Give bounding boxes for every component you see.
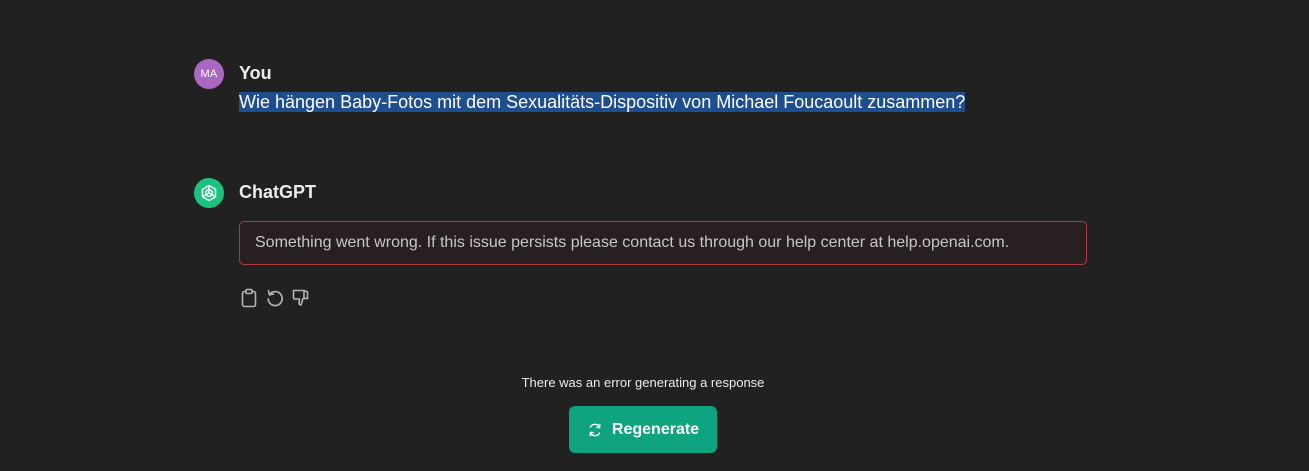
- user-avatar-initials: MA: [200, 68, 218, 80]
- regenerate-message-button[interactable]: [265, 286, 285, 310]
- user-message-text-container: Wie hängen Baby-Fotos mit dem Sexualität…: [239, 90, 966, 114]
- thumbs-down-button[interactable]: [291, 286, 311, 310]
- assistant-name: ChatGPT: [239, 182, 317, 202]
- clipboard-icon: [241, 288, 257, 308]
- openai-logo-icon: [201, 184, 217, 202]
- generation-error-text: There was an error generating a response: [521, 375, 765, 390]
- regenerate-button[interactable]: Regenerate: [569, 406, 717, 453]
- error-box: Something went wrong. If this issue pers…: [239, 221, 1087, 265]
- message-actions: [239, 286, 311, 310]
- user-message-text: Wie hängen Baby-Fotos mit dem Sexualität…: [239, 92, 966, 112]
- user-avatar: MA: [194, 59, 224, 89]
- regenerate-button-label: Regenerate: [611, 420, 700, 438]
- assistant-avatar: [194, 178, 224, 208]
- chat-page: MA You Wie hängen Baby-Fotos mit dem Sex…: [0, 0, 1309, 471]
- regenerate-icon: [267, 289, 284, 307]
- copy-button[interactable]: [239, 286, 259, 310]
- thumbs-down-icon: [292, 289, 309, 306]
- error-message: Something went wrong. If this issue pers…: [255, 234, 1010, 251]
- refresh-icon: [589, 423, 601, 436]
- user-name: You: [239, 63, 272, 83]
